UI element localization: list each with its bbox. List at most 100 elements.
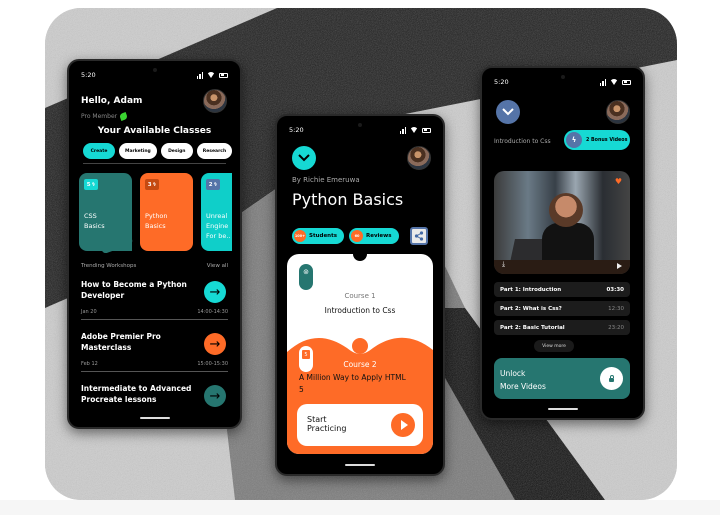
arrow-right-icon[interactable]: →: [204, 281, 226, 303]
divider: [81, 319, 228, 320]
home-indicator[interactable]: [345, 464, 375, 466]
lesson-count-badge: 5ϟ: [84, 179, 98, 190]
course-1-label: Course 1: [344, 292, 376, 300]
students-pill[interactable]: 100+ Students: [292, 228, 344, 244]
class-title: Unreal Engine For be..: [206, 211, 232, 241]
video-part-item[interactable]: Part 2: What is Css? 12:30: [494, 301, 630, 316]
wifi-icon: [207, 72, 215, 78]
students-count: 100+: [294, 230, 306, 242]
class-title: CSS Basics: [84, 211, 129, 231]
course-list-card: ⊚ Course 1 Introduction to Css 5 Course …: [287, 254, 433, 454]
wifi-icon: [610, 79, 618, 85]
filter-chip-design[interactable]: Design: [160, 143, 193, 159]
bolt-icon: ϟ: [566, 132, 582, 148]
divider: [83, 163, 226, 164]
arrow-right-icon[interactable]: →: [204, 333, 226, 355]
course-1-title[interactable]: Introduction to Css: [287, 306, 433, 315]
workshop-time: 15:00-15:30: [197, 361, 228, 367]
class-title-line: Basics: [145, 222, 166, 230]
chevron-down-icon: [502, 108, 514, 116]
status-bar: 5:20: [81, 71, 228, 79]
battery-icon: [622, 79, 631, 85]
download-icon[interactable]: ⤓: [502, 260, 505, 269]
avatar[interactable]: [407, 146, 431, 170]
workshop-meta: Feb 12 15:00-15:30: [81, 361, 228, 367]
heart-icon[interactable]: ♥: [615, 177, 622, 186]
phone-video-screen: 5:20 Introduction to Css ϟ 2 Bonus Video…: [480, 66, 645, 420]
workshop-item[interactable]: Intermediate to Advanced Procreate lesso…: [81, 383, 228, 407]
wifi-icon: [410, 127, 418, 133]
signal-icon: [196, 71, 203, 79]
lock-icon: [600, 367, 623, 390]
unlock-line: More Videos: [500, 382, 546, 391]
class-title-line: Unreal: [206, 212, 228, 220]
divider: [81, 371, 228, 372]
class-title-line: CSS: [84, 212, 97, 220]
home-indicator[interactable]: [139, 417, 170, 419]
user-circle-icon: ⊚: [303, 268, 309, 276]
card-notch: [353, 254, 367, 261]
avatar[interactable]: [203, 89, 227, 113]
lesson-count-badge: 2ϟ: [206, 179, 220, 190]
start-practicing-button[interactable]: Start Practicing: [297, 404, 423, 446]
lesson-title: Introduction to Css: [494, 138, 551, 145]
class-title-line: For be..: [206, 232, 231, 240]
view-all-link[interactable]: View all: [207, 263, 228, 269]
reviews-count: 60: [351, 230, 363, 242]
video-thumbnail-table: [494, 260, 630, 274]
trending-label: Trending Workshops: [81, 263, 137, 269]
bonus-videos-pill[interactable]: ϟ 2 Bonus Videos: [564, 130, 630, 150]
workshop-item[interactable]: Adobe Premier Pro Masterclass → Feb 12 15…: [81, 331, 228, 372]
membership-label: Pro Member: [81, 112, 129, 121]
lesson-count: 2: [208, 181, 213, 188]
class-card-unreal[interactable]: 2ϟ Unreal Engine For be..: [201, 173, 232, 251]
share-button[interactable]: [409, 227, 428, 245]
part-duration: 03:30: [606, 286, 624, 293]
status-bar: 5:20: [494, 78, 631, 86]
signal-icon: [399, 126, 406, 134]
arrow-right-icon[interactable]: →: [204, 385, 226, 407]
start-practicing-label: Start Practicing: [307, 415, 347, 433]
avatar[interactable]: [606, 100, 630, 124]
part-duration: 23:20: [608, 324, 624, 331]
play-icon[interactable]: [391, 413, 415, 437]
card-decoration: [100, 235, 134, 253]
home-indicator[interactable]: [547, 408, 578, 410]
filter-chip-research[interactable]: Research: [196, 143, 233, 159]
bolt-icon: ϟ: [213, 181, 218, 188]
filter-chip-create[interactable]: Create: [83, 143, 115, 159]
reviews-pill[interactable]: 60 Reviews: [349, 228, 399, 244]
phone-home-screen: 5:20 Hello, Adam Pro Member Your Availab…: [67, 59, 242, 429]
workshop-item[interactable]: How to Become a Python Developer → Jan 2…: [81, 279, 228, 320]
status-time: 5:20: [289, 126, 304, 134]
battery-icon: [219, 72, 228, 78]
pro-badge-icon: [119, 112, 129, 121]
class-title-line: Basics: [84, 222, 105, 230]
chevron-down-icon: [298, 154, 310, 162]
bonus-videos-label: 2 Bonus Videos: [586, 137, 628, 143]
section-title: Your Available Classes: [97, 126, 212, 136]
status-time: 5:20: [494, 78, 509, 86]
play-icon[interactable]: [617, 263, 622, 269]
students-label: Students: [309, 233, 337, 239]
collapse-button[interactable]: [496, 100, 520, 124]
unlock-more-videos-button[interactable]: Unlock More Videos: [494, 358, 630, 399]
greeting: Hello, Adam: [81, 96, 143, 106]
lesson-count-badge: 3ϟ: [145, 179, 159, 190]
video-part-item[interactable]: Part 1: Introduction 03:30: [494, 282, 630, 297]
course-2-title[interactable]: A Million Way to Apply HTML 5: [299, 372, 409, 396]
workshop-time: 14:00-14:30: [197, 309, 228, 315]
workshop-title: Adobe Premier Pro Masterclass: [81, 332, 161, 352]
filter-chip-marketing[interactable]: Marketing: [119, 143, 157, 159]
view-more-button[interactable]: View more: [534, 340, 574, 352]
reviews-label: Reviews: [366, 233, 392, 239]
video-player[interactable]: ♥ ⤓: [494, 171, 630, 274]
collapse-button[interactable]: [292, 146, 316, 170]
class-card-css[interactable]: 5ϟ CSS Basics: [79, 173, 134, 253]
workshop-title: How to Become a Python Developer: [81, 280, 187, 300]
class-card-python[interactable]: 3ϟ Python Basics: [140, 173, 193, 251]
phone-course-screen: 5:20 By Richie Emeruwa Python Basics 100…: [275, 114, 445, 476]
course-title: Python Basics: [292, 190, 404, 209]
class-carousel[interactable]: 5ϟ CSS Basics 3ϟ Python Basics 2ϟ Unreal En…: [79, 173, 232, 253]
video-part-item[interactable]: Part 2: Basic Tutorial 23:20: [494, 320, 630, 335]
